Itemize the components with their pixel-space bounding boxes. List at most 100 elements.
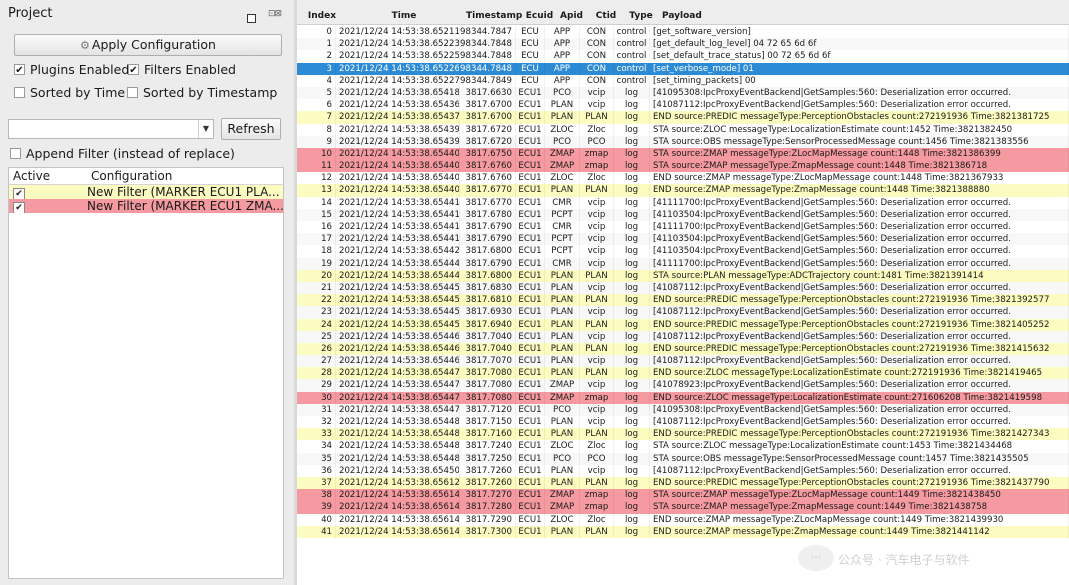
log-row[interactable]: 20 2021/12/24 14:53:38.654449 3817.6800 ECU… bbox=[297, 269, 1069, 282]
row-ecuid: ECU1 bbox=[516, 501, 545, 514]
row-payload: [41103504:IpcProxyEventBackend|GetSample… bbox=[650, 245, 1069, 258]
log-row[interactable]: 17 2021/12/24 14:53:38.654418 3817.6790 ECU… bbox=[297, 233, 1069, 246]
log-row[interactable]: 7 2021/12/24 14:53:38.654370 3817.6700 ECU1… bbox=[297, 111, 1069, 124]
log-row[interactable]: 16 2021/12/24 14:53:38.654415 3817.6790 ECU… bbox=[297, 221, 1069, 234]
row-type: log bbox=[614, 318, 650, 331]
log-row[interactable]: 6 2021/12/24 14:53:38.654366 3817.6700 ECU1… bbox=[297, 99, 1069, 112]
filter-combo[interactable]: ▼ bbox=[8, 119, 214, 139]
row-timestamp: 3817.7270 bbox=[460, 489, 516, 502]
row-timestamp: 3817.7240 bbox=[460, 440, 516, 453]
row-timestamp: 3817.7080 bbox=[460, 391, 516, 404]
log-row[interactable]: 21 2021/12/24 14:53:38.654452 3817.6830 ECU… bbox=[297, 281, 1069, 295]
log-row[interactable]: 11 2021/12/24 14:53:38.654402 3817.6760 ECU… bbox=[297, 160, 1069, 173]
payload-column-header[interactable]: Payload bbox=[659, 10, 1069, 22]
log-row[interactable]: 39 2021/12/24 14:53:38.656143 3817.7280 ECU… bbox=[297, 501, 1069, 514]
time-column-header[interactable]: Time bbox=[339, 10, 466, 22]
type-column-header[interactable]: Type bbox=[623, 10, 659, 22]
checkbox-box[interactable] bbox=[14, 87, 25, 98]
log-row[interactable]: 33 2021/12/24 14:53:38.654484 3817.7160 ECU… bbox=[297, 428, 1069, 441]
log-row[interactable]: 14 2021/12/24 14:53:38.654410 3817.6770 ECU… bbox=[297, 196, 1069, 209]
row-ecuid: ECU1 bbox=[516, 184, 545, 197]
ecuid-column-header[interactable]: Ecuid bbox=[525, 10, 554, 22]
row-payload: END source:ZMAP messageType:ZLocMapMessa… bbox=[650, 513, 1069, 526]
log-row[interactable]: 19 2021/12/24 14:53:38.654446 3817.6790 ECU… bbox=[297, 257, 1069, 270]
log-row[interactable]: 34 2021/12/24 14:53:38.654486 3817.7240 ECU… bbox=[297, 440, 1069, 453]
log-row[interactable]: 3 2021/12/24 14:53:38.652266 98344.7848 ECU… bbox=[297, 62, 1069, 75]
row-apid: PLAN bbox=[545, 281, 580, 295]
log-row[interactable]: 26 2021/12/24 14:53:38.654465 3817.7040 ECU… bbox=[297, 342, 1069, 356]
filter-row[interactable]: ✔ New Filter (MARKER ECU1 ZMA... bbox=[9, 199, 283, 213]
row-time: 2021/12/24 14:53:38.654462 bbox=[336, 330, 460, 343]
row-type: log bbox=[614, 184, 650, 197]
checkbox-box[interactable] bbox=[10, 148, 21, 159]
filter-active-checkbox[interactable]: ✔ bbox=[13, 202, 25, 213]
row-payload: [set_default_trace_status] 00 72 65 6d 6… bbox=[650, 50, 1069, 63]
row-ecuid: ECU1 bbox=[516, 160, 545, 173]
row-ctid: PLAN bbox=[580, 525, 614, 538]
log-row[interactable]: 38 2021/12/24 14:53:38.656140 3817.7270 ECU… bbox=[297, 489, 1069, 502]
log-row[interactable]: 9 2021/12/24 14:53:38.654397 3817.6720 ECU1… bbox=[297, 135, 1069, 148]
active-column-header[interactable]: Active bbox=[9, 168, 87, 184]
row-ctid: PLAN bbox=[580, 294, 614, 307]
sorted-by-time-checkbox[interactable]: Sorted by Time bbox=[14, 85, 125, 100]
log-row[interactable]: 12 2021/12/24 14:53:38.654405 3817.6760 ECU… bbox=[297, 172, 1069, 185]
log-row[interactable]: 24 2021/12/24 14:53:38.654459 3817.6940 ECU… bbox=[297, 318, 1069, 331]
filter-active-checkbox[interactable]: ✔ bbox=[13, 188, 25, 199]
sorted-by-time-label: Sorted by Time bbox=[30, 85, 126, 100]
log-row[interactable]: 2 2021/12/24 14:53:38.652255 98344.7848 ECU… bbox=[297, 50, 1069, 63]
log-row[interactable]: 13 2021/12/24 14:53:38.654408 3817.6770 ECU… bbox=[297, 184, 1069, 197]
checkbox-box[interactable]: ✔ bbox=[128, 64, 139, 76]
float-panel-button[interactable] bbox=[247, 14, 256, 23]
log-row[interactable]: 8 2021/12/24 14:53:38.654394 3817.6720 ECU1… bbox=[297, 123, 1069, 136]
row-timestamp: 3817.6770 bbox=[460, 184, 516, 197]
row-timestamp: 3817.6930 bbox=[460, 306, 516, 319]
checkbox-box[interactable]: ✔ bbox=[14, 64, 25, 76]
log-row[interactable]: 23 2021/12/24 14:53:38.654457 3817.6930 ECU… bbox=[297, 306, 1069, 319]
log-row[interactable]: 37 2021/12/24 14:53:38.656125 3817.7260 ECU… bbox=[297, 476, 1069, 490]
log-row[interactable]: 40 2021/12/24 14:53:38.656146 3817.7290 ECU… bbox=[297, 513, 1069, 526]
row-apid: PLAN bbox=[545, 269, 580, 282]
log-row[interactable]: 35 2021/12/24 14:53:38.654489 3817.7250 ECU… bbox=[297, 452, 1069, 465]
log-row[interactable]: 25 2021/12/24 14:53:38.654462 3817.7040 ECU… bbox=[297, 330, 1069, 343]
timestamp-column-header[interactable]: Timestamp bbox=[466, 10, 525, 22]
row-apid: PCPT bbox=[545, 233, 580, 246]
log-row[interactable]: 29 2021/12/24 14:53:38.654473 3817.7080 ECU… bbox=[297, 379, 1069, 392]
filter-row[interactable]: ✔ New Filter (MARKER ECU1 PLA... bbox=[9, 185, 283, 199]
log-row[interactable]: 4 2021/12/24 14:53:38.652275 98344.7849 ECU… bbox=[297, 74, 1069, 87]
row-payload: END source:PREDIC messageType:Perception… bbox=[650, 318, 1069, 331]
log-row[interactable]: 5 2021/12/24 14:53:38.654180 3817.6630 ECU1… bbox=[297, 86, 1069, 100]
chevron-down-icon[interactable]: ▼ bbox=[198, 120, 213, 138]
plugins-enabled-checkbox[interactable]: ✔ Plugins Enabled bbox=[14, 62, 129, 77]
append-filter-checkbox[interactable]: Append Filter (instead of replace) bbox=[10, 146, 235, 161]
log-row[interactable]: 27 2021/12/24 14:53:38.654468 3817.7070 ECU… bbox=[297, 355, 1069, 368]
row-type: log bbox=[614, 135, 650, 148]
row-type: log bbox=[614, 464, 650, 477]
apply-configuration-button[interactable]: ⚙ Apply Configuration bbox=[14, 34, 282, 56]
ctid-column-header[interactable]: Ctid bbox=[589, 10, 623, 22]
row-ecuid: ECU1 bbox=[516, 172, 545, 185]
log-row[interactable]: 1 2021/12/24 14:53:38.652236 98344.7848 ECU… bbox=[297, 38, 1069, 51]
row-timestamp: 3817.7120 bbox=[460, 403, 516, 416]
log-row[interactable]: 36 2021/12/24 14:53:38.654504 3817.7260 ECU… bbox=[297, 464, 1069, 477]
checkbox-box[interactable] bbox=[127, 87, 138, 98]
log-row[interactable]: 22 2021/12/24 14:53:38.654454 3817.6810 ECU… bbox=[297, 294, 1069, 307]
log-row[interactable]: 15 2021/12/24 14:53:38.654413 3817.6780 ECU… bbox=[297, 208, 1069, 221]
filters-enabled-checkbox[interactable]: ✔ Filters Enabled bbox=[128, 62, 236, 77]
refresh-button[interactable]: Refresh bbox=[221, 118, 281, 140]
log-row[interactable]: 31 2021/12/24 14:53:38.654478 3817.7120 ECU… bbox=[297, 403, 1069, 416]
log-row[interactable]: 32 2021/12/24 14:53:38.654481 3817.7150 ECU… bbox=[297, 416, 1069, 429]
row-apid: ZMAP bbox=[545, 391, 580, 404]
log-row[interactable]: 10 2021/12/24 14:53:38.654400 3817.6750 ECU… bbox=[297, 147, 1069, 161]
log-row[interactable]: 30 2021/12/24 14:53:38.654476 3817.7080 ECU… bbox=[297, 391, 1069, 404]
dock-controls-icon[interactable]: ⊡⊠ bbox=[268, 9, 282, 19]
log-row[interactable]: 28 2021/12/24 14:53:38.654470 3817.7080 ECU… bbox=[297, 367, 1069, 380]
index-column-header[interactable]: Index bbox=[297, 10, 339, 22]
log-row[interactable]: 41 2021/12/24 14:53:38.656149 3817.7300 ECU… bbox=[297, 525, 1069, 538]
apid-column-header[interactable]: Apid bbox=[554, 10, 589, 22]
log-row[interactable]: 18 2021/12/24 14:53:38.654420 3817.6800 ECU… bbox=[297, 245, 1069, 258]
sorted-by-timestamp-checkbox[interactable]: Sorted by Timestamp bbox=[127, 85, 277, 100]
configuration-column-header[interactable]: Configuration bbox=[87, 168, 172, 184]
row-type: log bbox=[614, 501, 650, 514]
row-apid: ZLOC bbox=[545, 123, 580, 136]
log-row[interactable]: 0 2021/12/24 14:53:38.652115 98344.7847 ECU… bbox=[297, 26, 1069, 39]
